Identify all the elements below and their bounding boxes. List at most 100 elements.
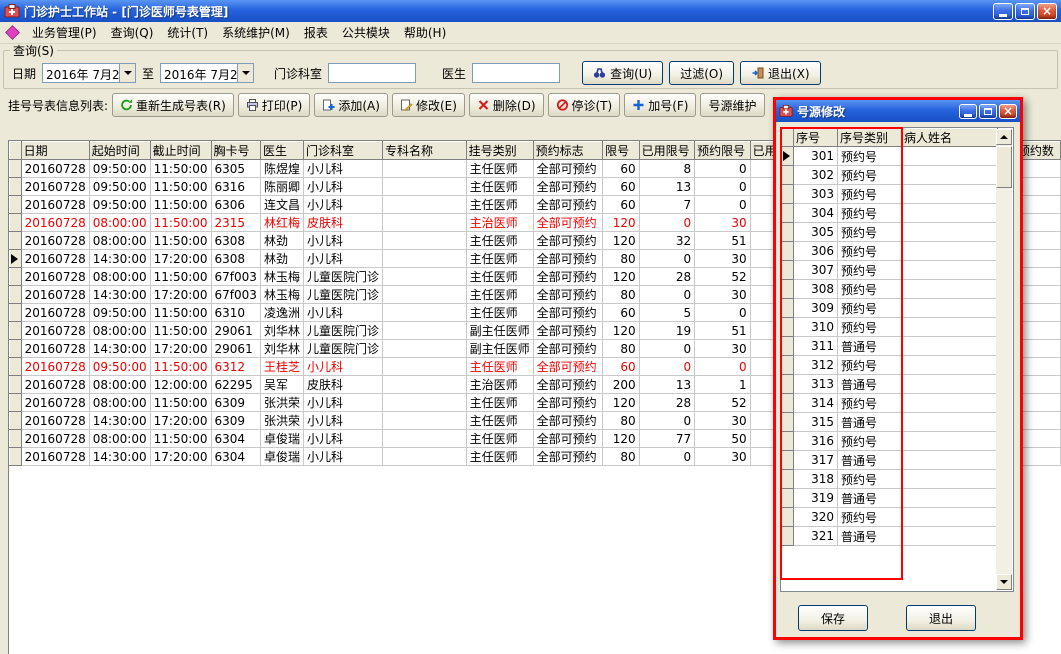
chevron-down-icon[interactable] bbox=[119, 64, 136, 82]
cell: 小儿科 bbox=[303, 429, 383, 448]
save-button-label: 保存 bbox=[820, 611, 845, 626]
table-header-row: 序号 序号类别 病人姓名 bbox=[781, 128, 998, 147]
column-header[interactable]: 病人姓名 bbox=[901, 128, 998, 147]
table-row[interactable]: 301 预约号 bbox=[781, 146, 998, 166]
cell: 17:20:00 bbox=[150, 339, 212, 358]
column-header[interactable]: 预约限号 bbox=[694, 141, 751, 160]
table-row[interactable]: 317 普通号 bbox=[781, 450, 998, 470]
cell: 主治医师 bbox=[466, 375, 534, 394]
table-row[interactable]: 312 预约号 bbox=[781, 355, 998, 375]
table-row[interactable]: 310 预约号 bbox=[781, 317, 998, 337]
table-row[interactable]: 320 预约号 bbox=[781, 507, 998, 527]
column-header[interactable]: 医生 bbox=[259, 141, 304, 160]
dialog-minimize-button[interactable] bbox=[959, 103, 977, 119]
menu-item[interactable]: 报表 bbox=[297, 24, 335, 42]
table-row[interactable]: 304 预约号 bbox=[781, 203, 998, 223]
cell: 6308 bbox=[211, 231, 261, 250]
cell: 刘华林 bbox=[260, 321, 304, 340]
dialog-maximize-button[interactable] bbox=[979, 103, 997, 119]
table-row[interactable]: 303 预约号 bbox=[781, 184, 998, 204]
menu-item[interactable]: 查询(Q) bbox=[104, 24, 161, 42]
column-header[interactable]: 序号类别 bbox=[837, 128, 902, 147]
column-header[interactable]: 门诊科室 bbox=[302, 141, 383, 160]
dialog-exit-button[interactable]: 退出 bbox=[906, 605, 976, 631]
menu-item[interactable]: 公共模块 bbox=[335, 24, 397, 42]
query-search-label: 查询(U) bbox=[610, 66, 653, 81]
table-row[interactable]: 314 预约号 bbox=[781, 393, 998, 413]
cell bbox=[901, 184, 998, 204]
query-search-button[interactable]: 查询(U) bbox=[582, 61, 664, 85]
close-button[interactable]: × bbox=[1037, 2, 1057, 20]
vertical-scrollbar[interactable] bbox=[996, 129, 1012, 590]
cell: 6316 bbox=[211, 177, 261, 196]
table-row[interactable]: 308 预约号 bbox=[781, 279, 998, 299]
cell: 17:20:00 bbox=[150, 285, 212, 304]
row-indicator bbox=[781, 488, 794, 508]
column-header[interactable]: 胸卡号 bbox=[210, 141, 261, 160]
date-to-combo[interactable]: 2016年 7月28日 bbox=[160, 63, 255, 83]
scrollbar-thumb[interactable] bbox=[996, 146, 1012, 188]
minimize-button[interactable] bbox=[993, 2, 1013, 20]
query-filter-button[interactable]: 过滤(O) bbox=[669, 61, 735, 85]
table-row[interactable]: 305 预约号 bbox=[781, 222, 998, 242]
cell: 6308 bbox=[211, 249, 261, 268]
table-row[interactable]: 313 普通号 bbox=[781, 374, 998, 394]
chevron-down-icon[interactable] bbox=[237, 64, 254, 82]
toolbar-button-label: 停诊(T) bbox=[571, 98, 613, 113]
dialog-titlebar[interactable]: 号源修改 × bbox=[776, 100, 1020, 122]
column-header[interactable]: 日期 bbox=[20, 141, 90, 160]
cell: 14:30:00 bbox=[89, 411, 151, 430]
stop-button[interactable]: 停诊(T) bbox=[547, 93, 621, 117]
edit-button[interactable]: 修改(E) bbox=[391, 93, 465, 117]
table-row[interactable]: 302 预约号 bbox=[781, 165, 998, 185]
table-row[interactable]: 307 预约号 bbox=[781, 260, 998, 280]
column-header[interactable]: 起始时间 bbox=[88, 141, 151, 160]
column-header[interactable]: 专科名称 bbox=[381, 141, 467, 160]
column-header[interactable]: 已用限号 bbox=[638, 141, 696, 160]
menu-item[interactable]: 业务管理(P) bbox=[25, 24, 104, 42]
cell: 全部可预约 bbox=[533, 303, 604, 322]
date-from-combo[interactable]: 2016年 7月28日 bbox=[42, 63, 137, 83]
cell: 预约号 bbox=[837, 431, 902, 451]
table-row[interactable]: 306 预约号 bbox=[781, 241, 998, 261]
column-header[interactable]: 截止时间 bbox=[149, 141, 212, 160]
menu-item[interactable]: 系统维护(M) bbox=[215, 24, 297, 42]
cell: 30 bbox=[694, 339, 751, 358]
addnumber-button[interactable]: 加号(F) bbox=[624, 93, 697, 117]
delete-button[interactable]: 删除(D) bbox=[468, 93, 544, 117]
cell: 120 bbox=[602, 213, 640, 232]
save-button[interactable]: 保存 bbox=[798, 605, 868, 631]
dept-input[interactable] bbox=[328, 63, 417, 83]
column-header[interactable]: 限号 bbox=[602, 141, 640, 160]
query-exit-button[interactable]: 退出(X) bbox=[740, 61, 821, 85]
print-button[interactable]: 打印(P) bbox=[237, 93, 311, 117]
table-row[interactable]: 321 普通号 bbox=[781, 526, 998, 546]
table-row[interactable]: 318 预约号 bbox=[781, 469, 998, 489]
table-row[interactable]: 319 普通号 bbox=[781, 488, 998, 508]
dialog-close-button[interactable]: × bbox=[999, 103, 1017, 119]
source-maintain-button[interactable]: 号源维护 bbox=[700, 93, 765, 117]
row-indicator bbox=[9, 213, 22, 232]
cell: 60 bbox=[602, 195, 640, 214]
menu-items: 业务管理(P) 查询(Q) 统计(T) 系统维护(M) 报表 公共模块 帮助(H) bbox=[25, 24, 453, 41]
toolbar-button-label: 加号(F) bbox=[648, 98, 689, 113]
cell: 30 bbox=[694, 213, 751, 232]
menu-item[interactable]: 统计(T) bbox=[160, 24, 215, 42]
doctor-input[interactable] bbox=[472, 63, 561, 83]
cell: 全部可预约 bbox=[533, 429, 604, 448]
cell: 6312 bbox=[211, 357, 261, 376]
column-header[interactable]: 序号 bbox=[793, 128, 838, 147]
add-button[interactable]: 添加(A) bbox=[314, 93, 388, 117]
column-header[interactable]: 预约标志 bbox=[532, 141, 604, 160]
regenerate-button[interactable]: 重新生成号表(R) bbox=[112, 93, 234, 117]
restore-button[interactable] bbox=[1015, 2, 1035, 20]
table-row[interactable]: 311 普通号 bbox=[781, 336, 998, 356]
window-titlebar[interactable]: 门诊护士工作站 - [门诊医师号表管理] × bbox=[0, 0, 1061, 22]
table-row[interactable]: 316 预约号 bbox=[781, 431, 998, 451]
table-row[interactable]: 309 预约号 bbox=[781, 298, 998, 318]
column-header[interactable]: 挂号类别 bbox=[465, 141, 534, 160]
scroll-down-button[interactable] bbox=[996, 574, 1012, 590]
table-row[interactable]: 315 普通号 bbox=[781, 412, 998, 432]
menu-item[interactable]: 帮助(H) bbox=[397, 24, 453, 42]
scroll-up-button[interactable] bbox=[996, 129, 1012, 145]
